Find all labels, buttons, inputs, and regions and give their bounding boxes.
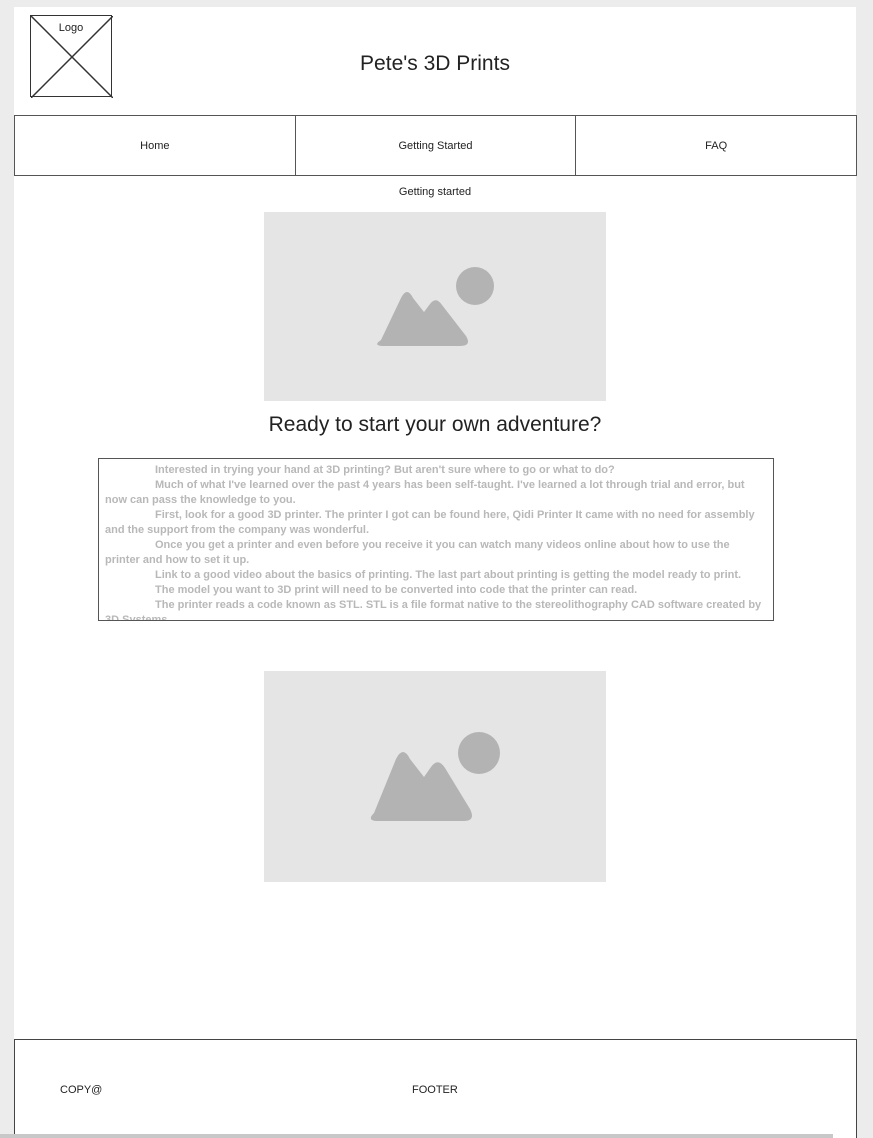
site-title: Pete's 3D Prints [360,52,510,75]
logo-label: Logo [31,22,111,34]
image-placeholder-top [264,212,606,401]
footer: COPY@ FOOTER [14,1039,857,1138]
content-textbox[interactable]: Interested in trying your hand at 3D pri… [98,458,774,621]
image-icon [377,267,494,346]
image-placeholder-bottom [264,671,606,882]
section-label: Getting started [398,186,472,198]
footer-label: FOOTER [412,1084,458,1096]
paragraph: Once you get a printer and even before y… [105,539,730,566]
paragraph: Link to a good video about the basics of… [155,569,742,581]
nav-item-faq[interactable]: FAQ [576,115,858,176]
main-heading: Ready to start your own adventure? [268,413,602,436]
image-icon [370,732,500,821]
horizontal-scrollbar[interactable] [0,1134,833,1138]
nav-item-getting-started[interactable]: Getting Started [295,115,577,176]
paragraph: The printer reads a code known as STL. S… [105,599,762,621]
footer-copy: COPY@ [60,1084,103,1096]
nav-item-home[interactable]: Home [14,115,296,176]
paragraph: First, look for a good 3D printer. The p… [105,509,755,536]
paragraph: The model you want to 3D print will need… [155,584,638,596]
paragraph: Much of what I've learned over the past … [105,479,745,506]
paragraph: Interested in trying your hand at 3D pri… [155,464,615,476]
main-nav: Home Getting Started FAQ [14,115,858,176]
